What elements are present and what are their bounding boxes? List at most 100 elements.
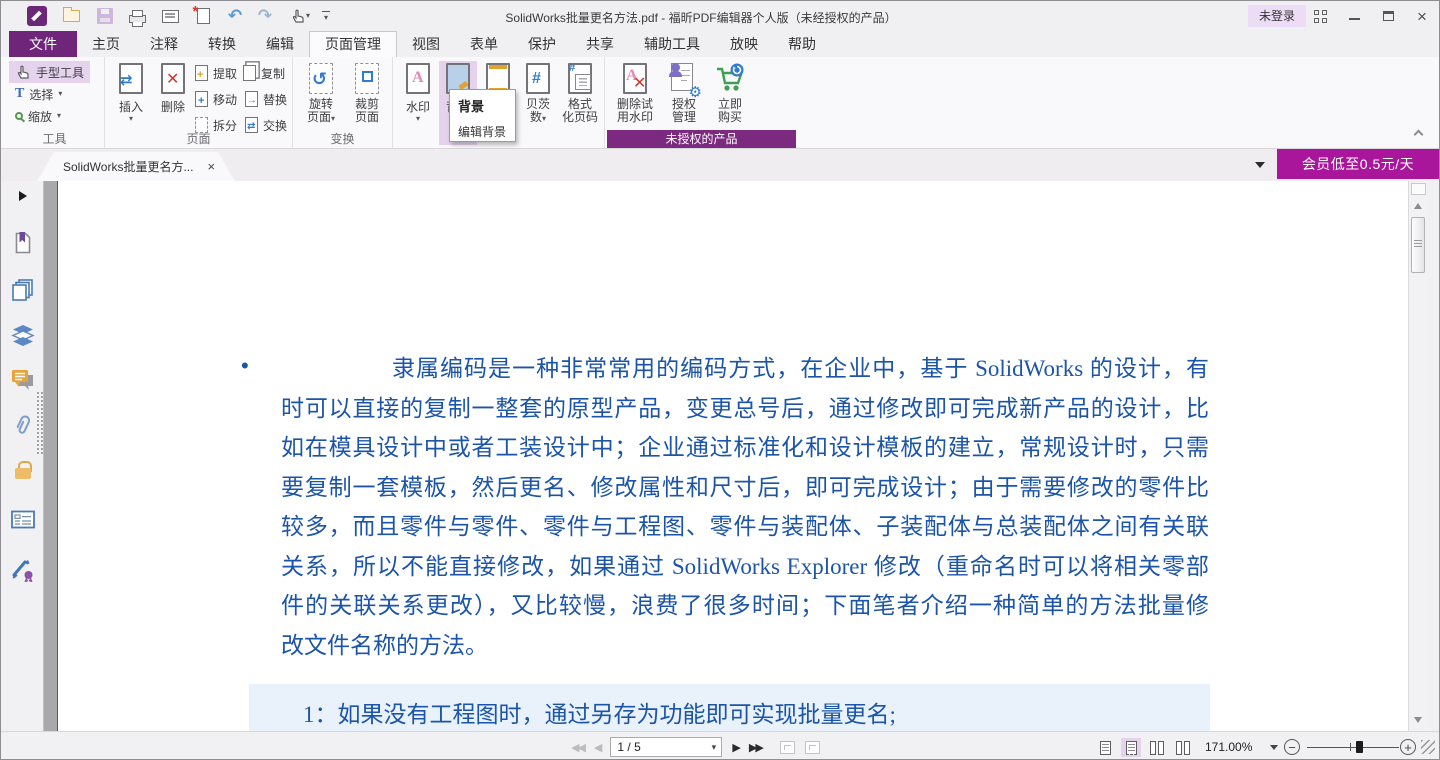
insert-page-button[interactable]: ⇄ 插入 ▾ <box>111 61 151 123</box>
remove-trial-watermark-icon: A ✕ <box>620 61 650 97</box>
window-resize-grip[interactable] <box>1421 740 1435 754</box>
tab-view[interactable]: 视图 <box>397 31 455 57</box>
save-button[interactable] <box>93 5 117 27</box>
watermark-button[interactable]: A 水印 ▾ <box>399 61 437 123</box>
vertical-scrollbar[interactable] <box>1408 181 1427 731</box>
first-page-button[interactable]: ◀◀ <box>571 741 586 754</box>
previous-view-button[interactable] <box>779 740 795 754</box>
minimize-button[interactable] <box>1341 5 1367 27</box>
expand-panel-button[interactable] <box>11 184 35 208</box>
print-button[interactable] <box>125 5 149 27</box>
group-label-page: 页面 <box>186 132 211 146</box>
tab-accessibility[interactable]: 辅助工具 <box>629 31 715 57</box>
delete-page-button[interactable]: ✕ 删除 <box>153 61 193 115</box>
zoom-level-value[interactable]: 171.00% <box>1205 740 1252 754</box>
tab-home[interactable]: 主页 <box>77 31 135 57</box>
single-page-view-button[interactable] <box>1095 738 1115 757</box>
paragraph-line: 改文件名称的方法。 <box>281 632 488 658</box>
page-thumbnails-icon <box>12 279 33 301</box>
continuous-facing-view-button[interactable] <box>1173 738 1193 757</box>
ribbon-group-page: ⇄ 插入 ▾ ✕ 删除 + 提取 + 移动 拆分 复制 → 替换 ⇄ 交换 页面 <box>105 57 293 149</box>
crop-page-button[interactable]: 裁剪 页面 <box>345 61 389 124</box>
copy-label: 复制 <box>261 66 286 81</box>
tab-file[interactable]: 文件 <box>9 31 77 57</box>
next-page-button[interactable]: ▶ <box>732 741 741 754</box>
tab-page-manage[interactable]: 页面管理 <box>309 31 397 57</box>
layers-panel-button[interactable] <box>11 323 35 347</box>
login-status-button[interactable]: 未登录 <box>1248 5 1307 27</box>
rotate-page-button[interactable]: ↺ 旋转 页面▾ <box>299 61 343 124</box>
zoom-dropdown-icon[interactable] <box>1270 745 1278 750</box>
tab-protect[interactable]: 保护 <box>513 31 571 57</box>
hand-tool-button[interactable]: 手型工具 <box>9 61 91 83</box>
group-label-transform: 变换 <box>330 132 355 146</box>
previous-page-button[interactable]: ◀ <box>594 741 603 754</box>
chevron-down-icon: ▾ <box>128 114 133 123</box>
bookmarks-panel-button[interactable] <box>11 231 35 255</box>
bates-number-button[interactable]: # 贝茨 数▾ <box>519 61 557 124</box>
select-tool-button[interactable]: T 选择 ▾ <box>9 83 68 105</box>
remove-trial-watermark-button[interactable]: A ✕ 删除试 用水印 <box>611 61 659 124</box>
tab-present[interactable]: 放映 <box>715 31 773 57</box>
extract-page-button[interactable]: + 提取 <box>195 62 237 84</box>
tab-edit[interactable]: 编辑 <box>251 31 309 57</box>
collapse-ribbon-button[interactable] <box>1413 129 1425 141</box>
tab-convert[interactable]: 转换 <box>193 31 251 57</box>
zoom-tool-button[interactable]: 缩放 ▾ <box>9 105 67 127</box>
scan-page-icon: * <box>193 3 210 24</box>
buy-now-button[interactable]: 立即 购买 <box>709 61 751 124</box>
attachments-panel-button[interactable] <box>11 413 35 437</box>
zoom-slider-handle[interactable] <box>1356 741 1363 753</box>
scrollbar-thumb[interactable] <box>1411 217 1425 273</box>
tab-list-dropdown-icon[interactable] <box>1255 162 1265 168</box>
scroll-down-icon[interactable] <box>1414 717 1422 723</box>
license-management-button[interactable]: ⚙ 授权 管理 <box>663 61 705 124</box>
zoom-in-button[interactable]: + <box>1400 739 1416 755</box>
last-page-button[interactable]: ▶▶ <box>749 741 764 754</box>
highlighted-note-block: 1：如果没有工程图时，通过另存为功能即可实现批量更名; <box>249 684 1210 731</box>
tab-share[interactable]: 共享 <box>571 31 629 57</box>
membership-promo-banner[interactable]: 会员低至0.5元/天 <box>1277 149 1439 179</box>
ribbon: 手型工具 T 选择 ▾ 缩放 ▾ 工具 ⇄ 插入 ▾ ✕ 删除 + 提取 + 移… <box>1 57 1439 149</box>
title-bar: * ↶ ↷ ▾ ▾ SolidWorks批量更名方法.pdf - 福昕PDF编辑… <box>1 1 1439 31</box>
replace-page-button[interactable]: → 替换 <box>245 88 287 110</box>
email-button[interactable] <box>158 5 182 27</box>
panel-drag-handle[interactable] <box>36 391 44 455</box>
page-number-combobox[interactable]: 1 / 5 ▾ <box>610 737 723 757</box>
tab-close-icon[interactable]: × <box>207 159 215 174</box>
signatures-panel-button[interactable] <box>11 558 35 582</box>
scroll-up-icon[interactable] <box>1414 203 1422 209</box>
restore-button[interactable] <box>1375 5 1401 27</box>
facing-view-button[interactable] <box>1147 738 1167 757</box>
window-frame-strip <box>1427 181 1439 731</box>
pages-panel-button[interactable] <box>11 278 35 302</box>
continuous-view-button[interactable] <box>1121 738 1141 757</box>
redo-button[interactable]: ↷ <box>253 5 277 27</box>
layout-grid-icon <box>1313 9 1327 23</box>
customize-toolbar-button[interactable]: ▾ <box>317 5 335 27</box>
delete-page-icon: ✕ <box>158 61 188 97</box>
scan-button[interactable]: * <box>191 3 215 27</box>
unlicensed-product-banner: 未授权的产品 <box>607 130 796 148</box>
open-file-button[interactable] <box>59 5 83 27</box>
fields-panel-button[interactable] <box>11 508 35 532</box>
zoom-slider-track[interactable] <box>1307 746 1399 748</box>
scrollbar-split-box[interactable] <box>1411 183 1426 195</box>
close-button[interactable]: × <box>1409 5 1435 27</box>
move-page-button[interactable]: + 移动 <box>195 88 237 110</box>
security-panel-button[interactable] <box>11 458 35 482</box>
document-tab[interactable]: SolidWorks批量更名方... × <box>37 152 235 181</box>
chevron-down-icon: ▾ <box>331 114 336 123</box>
undo-button[interactable]: ↶ <box>223 5 247 27</box>
zoom-out-button[interactable]: − <box>1284 739 1300 755</box>
tab-form[interactable]: 表单 <box>455 31 513 57</box>
copy-page-button[interactable]: 复制 <box>243 62 286 84</box>
ui-layout-button[interactable] <box>1307 5 1333 27</box>
tab-help[interactable]: 帮助 <box>773 31 831 57</box>
extract-icon: + <box>195 65 208 81</box>
comments-panel-button[interactable] <box>11 368 35 392</box>
next-view-button[interactable] <box>804 740 820 754</box>
touch-mode-button[interactable]: ▾ <box>283 5 317 27</box>
tab-comment[interactable]: 注释 <box>135 31 193 57</box>
format-page-number-button[interactable]: # 格式 化页码 <box>559 61 601 124</box>
